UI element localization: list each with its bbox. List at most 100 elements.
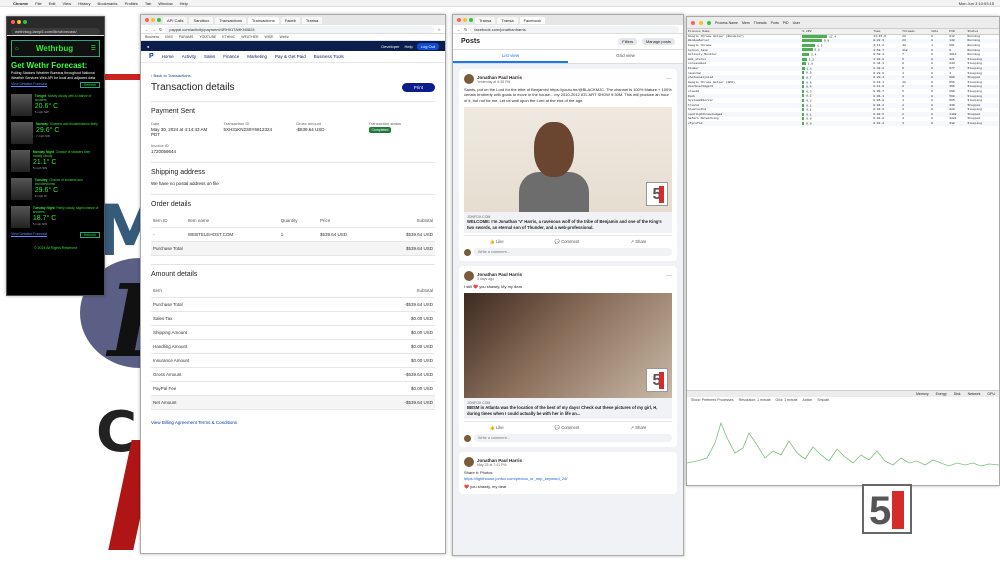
- avatar[interactable]: [464, 74, 474, 84]
- forward-arrow-icon[interactable]: →: [152, 27, 156, 32]
- paypal-url[interactable]: paypal.com/activity/payment/4RH91TA9KN08…: [165, 25, 435, 33]
- post-photo[interactable]: 5: [464, 107, 672, 213]
- view-forecast-link[interactable]: View Detailed Forecast: [11, 82, 47, 88]
- zoom-button[interactable]: [469, 18, 473, 22]
- toolbar-item[interactable]: Ports: [771, 21, 779, 25]
- developer-link[interactable]: Developer: [381, 44, 399, 49]
- menu-edit[interactable]: Edit: [49, 1, 56, 6]
- graph-tab[interactable]: Energy: [936, 392, 947, 396]
- link-preview[interactable]: JONFOX.COM BBSM in Atlanta was the locat…: [464, 398, 672, 420]
- like-button[interactable]: 👍 Like: [490, 239, 504, 245]
- menu-window[interactable]: Window: [158, 1, 172, 6]
- close-button[interactable]: [457, 18, 461, 22]
- post-author[interactable]: Jonathan Paul Harris: [477, 75, 522, 80]
- more-options-icon[interactable]: ···: [666, 76, 672, 82]
- post-author[interactable]: Jonathan Paul Harris: [477, 272, 522, 277]
- graph-option[interactable]: Show: Preferred Processes: [691, 398, 734, 402]
- nav-item[interactable]: Business Tools: [314, 54, 344, 59]
- zoom-button[interactable]: [157, 18, 161, 22]
- link-preview[interactable]: JONFOX.COM WELCOME: I'm Jonathan 'V' Har…: [464, 212, 672, 234]
- menu-app-name[interactable]: Chrome: [13, 1, 28, 6]
- like-button[interactable]: 👍 Like: [490, 425, 504, 431]
- menu-clock[interactable]: Mon Jun 3 10:03:15: [959, 1, 994, 6]
- nav-item[interactable]: Pay & Get Paid: [275, 54, 306, 59]
- menu-help[interactable]: Help: [180, 1, 188, 6]
- minimize-button[interactable]: [699, 20, 703, 25]
- graph-option[interactable]: Grid: 1 minute: [776, 398, 798, 402]
- avatar[interactable]: [464, 271, 474, 282]
- toolbar-item[interactable]: PID: [783, 21, 789, 25]
- grid-view-tab[interactable]: Grid view: [568, 50, 683, 63]
- browser-tab-active[interactable]: Facebook: [519, 16, 546, 24]
- filters-button[interactable]: Filters: [618, 38, 638, 45]
- minimize-button[interactable]: [151, 18, 155, 22]
- zoom-button[interactable]: [707, 20, 711, 25]
- post-time[interactable]: 3 days ago: [477, 277, 522, 281]
- browser-tab[interactable]: Faceb: [280, 16, 300, 24]
- browser-tab[interactable]: Transa: [301, 16, 323, 24]
- browser-tab[interactable]: API Calls: [163, 16, 188, 24]
- share-button[interactable]: ↗ Share: [631, 239, 647, 245]
- logout-button[interactable]: Log Out: [416, 42, 439, 50]
- graph-tab[interactable]: Disk: [954, 392, 961, 396]
- facebook-url[interactable]: facebook.com/jonathanharris: [470, 25, 679, 33]
- back-arrow-icon[interactable]: ←: [145, 27, 149, 32]
- browser-tab-active[interactable]: Transactions: [248, 16, 279, 24]
- close-button[interactable]: [11, 20, 15, 24]
- home-icon[interactable]: ⌂: [15, 46, 19, 52]
- reload-icon[interactable]: ↻: [464, 27, 467, 32]
- nav-item[interactable]: Home: [162, 54, 174, 59]
- toolbar-item[interactable]: Threads: [754, 21, 767, 25]
- close-button[interactable]: [145, 18, 149, 22]
- browser-tab[interactable]: Transactions: [215, 16, 246, 24]
- minimize-button[interactable]: [17, 20, 21, 24]
- menu-icon[interactable]: ☰: [91, 45, 96, 52]
- menu-profiles[interactable]: Profiles: [125, 1, 138, 6]
- table-row[interactable]: cfprefsd 0.0 0:01.2 3 0 312 Sleeping: [687, 121, 999, 126]
- menu-file[interactable]: File: [35, 1, 41, 6]
- post-link[interactable]: https://lighthouse.jonfox.com/photos_or_…: [464, 476, 672, 481]
- minimize-button[interactable]: [463, 18, 467, 22]
- avatar[interactable]: [464, 457, 474, 468]
- paypal-logo-icon[interactable]: P: [149, 53, 154, 60]
- graph-tab[interactable]: Memory: [916, 392, 929, 396]
- refresh-button[interactable]: Refresh: [79, 82, 100, 89]
- menu-tab[interactable]: Tab: [145, 1, 151, 6]
- post-time[interactable]: Yesterday at 9:38 PM: [477, 80, 522, 84]
- list-view-tab[interactable]: List view: [453, 50, 568, 63]
- graph-tab[interactable]: GPU: [987, 392, 995, 396]
- menu-history[interactable]: History: [78, 1, 90, 6]
- bookmark[interactable]: EMS: [165, 35, 173, 39]
- post-time[interactable]: May 23 at 7:41 PM: [477, 463, 522, 467]
- billing-terms-link[interactable]: View Billing Agreement Terms & Condition…: [151, 420, 435, 425]
- weather-url[interactable]: wethrbug.lamp5.com/lib/wforecast/: [11, 27, 100, 35]
- bookmark[interactable]: YOUTUBE: [199, 35, 216, 39]
- close-button[interactable]: [691, 20, 695, 25]
- comment-input[interactable]: Write a comment...: [474, 434, 672, 443]
- bookmark[interactable]: PARAMS: [179, 35, 194, 39]
- share-button[interactable]: ↗ Share: [631, 425, 647, 431]
- back-to-transactions-link[interactable]: ‹ Back to Transactions: [151, 73, 435, 78]
- back-arrow-icon[interactable]: ←: [457, 27, 461, 32]
- graph-option[interactable]: Resolution: 1 minute: [739, 398, 771, 402]
- nav-item[interactable]: Activity: [182, 54, 196, 59]
- nav-item[interactable]: Sales: [204, 54, 215, 59]
- comment-input[interactable]: Write a comment...: [474, 248, 672, 257]
- menu-view[interactable]: View: [62, 1, 71, 6]
- toolbar-item[interactable]: User: [793, 21, 800, 25]
- graph-option[interactable]: Smooth: [817, 398, 829, 402]
- browser-tab[interactable]: Sandbox: [189, 16, 214, 24]
- nav-item[interactable]: Finance: [223, 54, 239, 59]
- comment-button[interactable]: 💬 Comment: [555, 239, 580, 245]
- post-photo[interactable]: 5: [464, 293, 672, 399]
- browser-tab[interactable]: Transa: [497, 16, 518, 24]
- star-icon[interactable]: ☆: [437, 27, 441, 32]
- manage-posts-button[interactable]: Manage posts: [641, 38, 675, 45]
- refresh-button-bottom[interactable]: Refresh: [79, 232, 100, 239]
- graph-tab[interactable]: Network: [968, 392, 981, 396]
- help-link[interactable]: Help: [405, 44, 413, 49]
- nav-item[interactable]: Marketing: [247, 54, 267, 59]
- bookmark[interactable]: WISE: [265, 35, 274, 39]
- comment-button[interactable]: 💬 Comment: [555, 425, 580, 431]
- view-forecast-link-bottom[interactable]: View Detailed Forecast: [11, 232, 47, 238]
